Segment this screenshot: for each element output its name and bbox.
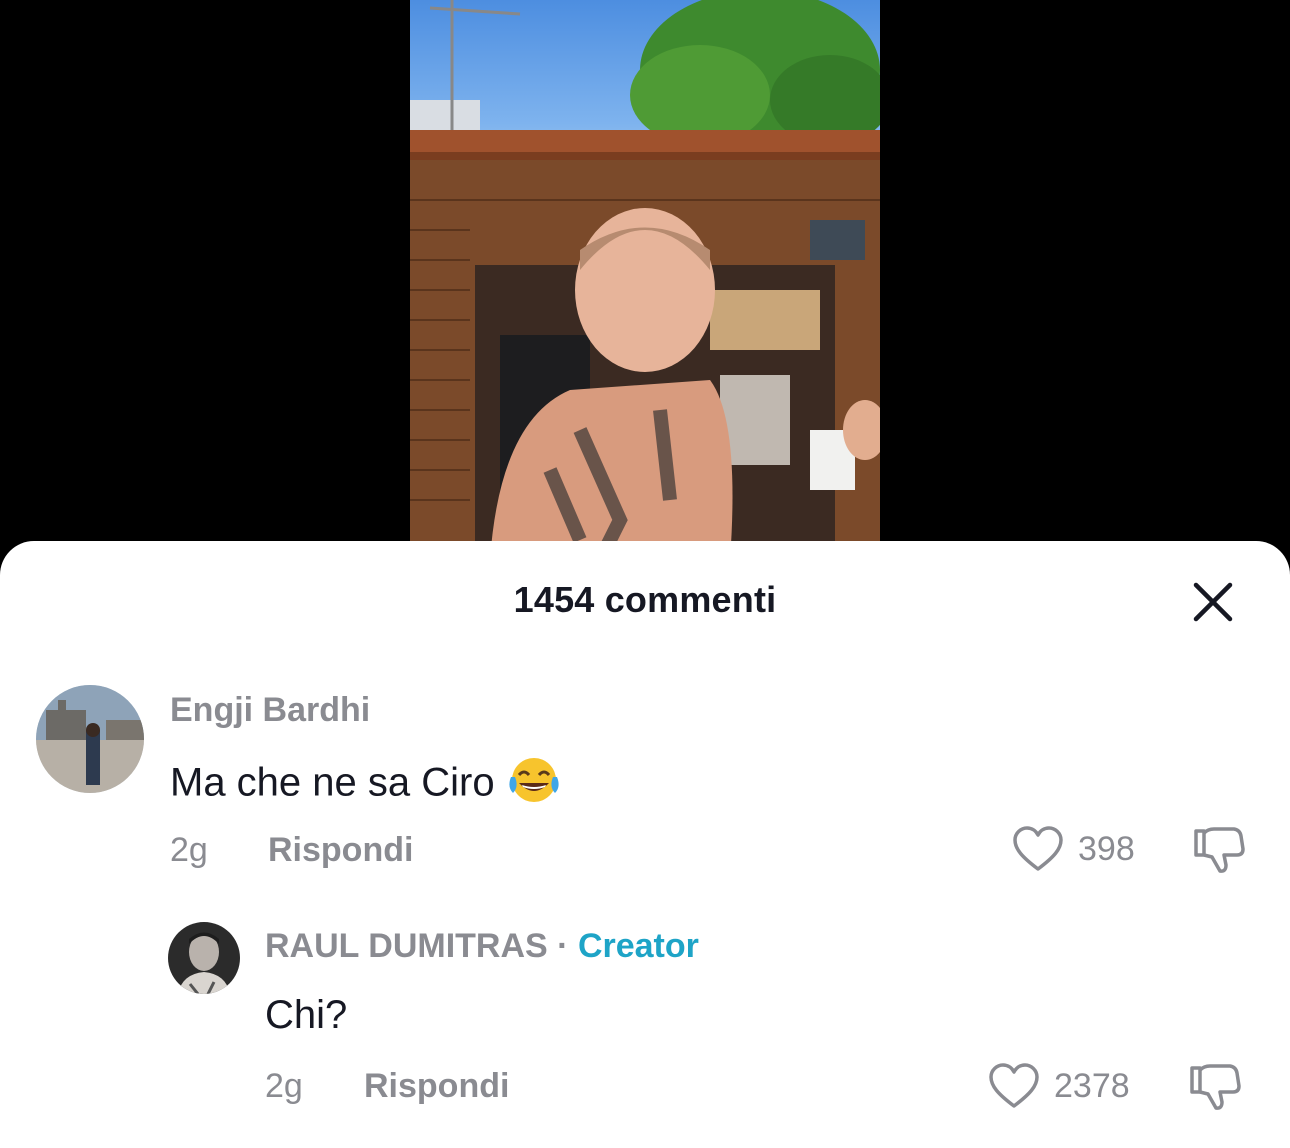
thumbs-down-icon[interactable] <box>1190 825 1246 875</box>
creator-badge: Creator <box>577 927 699 965</box>
comment-text: Ma che ne sa Ciro <box>170 755 561 815</box>
comment-text-body: Ma che ne sa Ciro <box>170 760 495 805</box>
reply-timestamp: 2g <box>265 1067 303 1105</box>
avatar[interactable] <box>168 922 240 994</box>
video-player[interactable] <box>0 0 1290 560</box>
close-icon[interactable] <box>1186 581 1238 625</box>
comments-count-title: 1454 commenti <box>513 579 777 620</box>
separator: · <box>557 927 569 965</box>
like-button[interactable]: 398 <box>1012 825 1135 873</box>
reply-author[interactable]: RAUL DUMITRAS <box>265 927 548 965</box>
thumbs-down-icon[interactable] <box>1186 1062 1242 1112</box>
comments-sheet: 1454 commenti Engji Bardhi Ma che ne sa … <box>0 541 1290 1148</box>
video-thumbnail[interactable] <box>410 0 880 560</box>
video-scene-image <box>410 0 880 560</box>
face-with-tears-of-joy-icon <box>507 755 561 815</box>
avatar[interactable] <box>36 685 144 793</box>
like-button[interactable]: 2378 <box>988 1062 1130 1110</box>
heart-icon <box>989 1063 1039 1108</box>
reply-button[interactable]: Rispondi <box>268 831 413 870</box>
reply-text: Chi? <box>265 993 348 1037</box>
comment-timestamp: 2g <box>170 831 208 869</box>
like-count: 2378 <box>1054 1066 1130 1105</box>
reply-button[interactable]: Rispondi <box>364 1067 509 1106</box>
heart-icon <box>1013 826 1063 871</box>
comment-author[interactable]: Engji Bardhi <box>170 691 370 730</box>
reply-author-line: RAUL DUMITRAS · Creator <box>265 927 699 966</box>
like-count: 398 <box>1078 829 1135 868</box>
